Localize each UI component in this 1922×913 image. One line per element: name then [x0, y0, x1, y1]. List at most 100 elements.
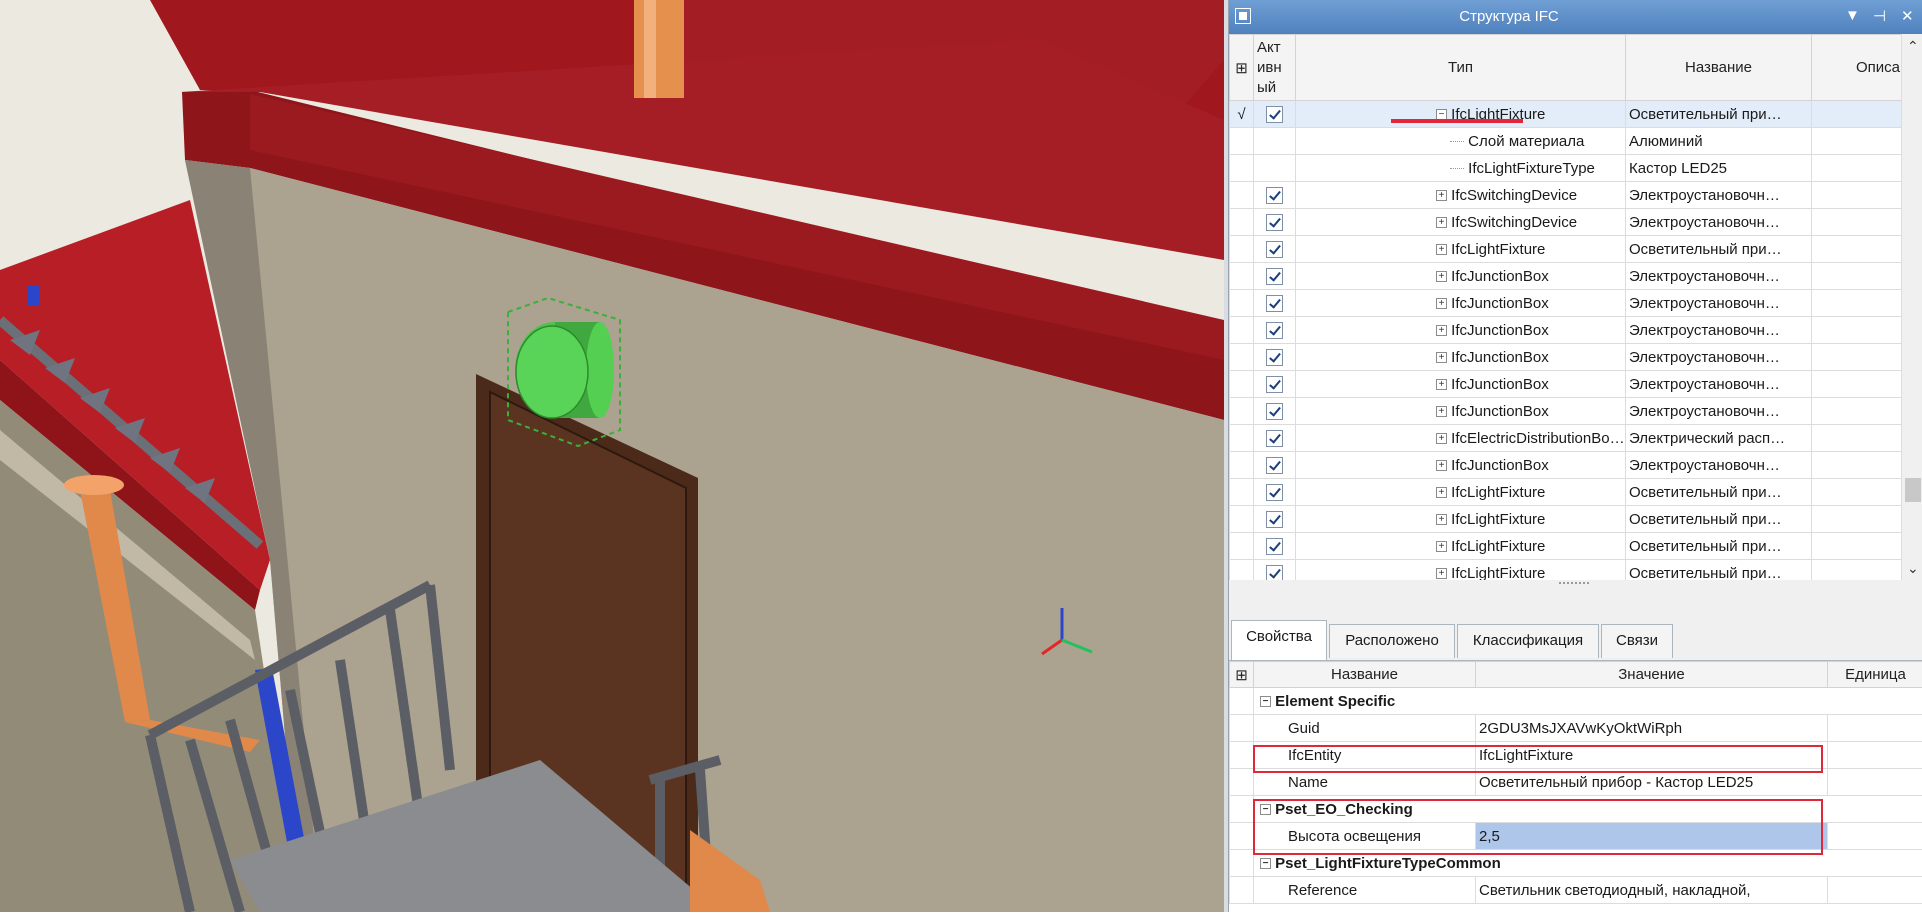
collapse-icon[interactable]: − [1436, 109, 1447, 120]
tree-row[interactable]: + IfcJunctionBoxЭлектроустановочн… [1230, 452, 1902, 479]
model-scene[interactable] [0, 0, 1224, 912]
column-header-name[interactable]: Название [1626, 35, 1812, 101]
3d-viewport[interactable] [0, 0, 1224, 912]
property-row[interactable]: Guid2GDU3MsJXAVwKyOktWiRph [1230, 715, 1922, 742]
column-chooser-icon[interactable]: ⊞ [1230, 662, 1254, 688]
active-checkbox[interactable] [1266, 376, 1283, 393]
prop-header-unit[interactable]: Единица [1828, 662, 1922, 688]
expand-icon[interactable]: + [1436, 379, 1447, 390]
properties-grid[interactable]: ⊞ Название Значение Единица − Element Sp… [1229, 660, 1922, 913]
expand-icon[interactable]: + [1436, 190, 1447, 201]
active-checkbox[interactable] [1266, 214, 1283, 231]
tree-item-description [1812, 182, 1902, 209]
tab-classification[interactable]: Классификация [1457, 624, 1599, 658]
tree-row[interactable]: + IfcSwitchingDeviceЭлектроустановочн… [1230, 182, 1902, 209]
tree-row[interactable]: + IfcLightFixtureОсветительный при… [1230, 236, 1902, 263]
column-header-active[interactable]: Акт ивн ый [1254, 35, 1296, 101]
active-checkbox[interactable] [1266, 106, 1283, 123]
active-checkbox[interactable] [1266, 187, 1283, 204]
active-checkbox[interactable] [1266, 268, 1283, 285]
collapse-icon[interactable]: − [1260, 696, 1271, 707]
property-row[interactable]: NameОсветительный прибор - Кастор LED25 [1230, 769, 1922, 796]
active-checkbox[interactable] [1266, 430, 1283, 447]
tree-row[interactable]: + IfcJunctionBoxЭлектроустановочн… [1230, 344, 1902, 371]
property-group-row[interactable]: − Pset_EO_Checking [1230, 796, 1922, 823]
expand-icon[interactable]: + [1436, 433, 1447, 444]
prop-header-value[interactable]: Значение [1476, 662, 1828, 688]
active-checkbox[interactable] [1266, 322, 1283, 339]
property-row[interactable]: IfcEntityIfcLightFixture [1230, 742, 1922, 769]
tree-row[interactable]: + IfcJunctionBoxЭлектроустановочн… [1230, 371, 1902, 398]
expand-icon[interactable]: + [1436, 217, 1447, 228]
expand-icon[interactable]: + [1436, 406, 1447, 417]
horizontal-splitter[interactable] [1229, 580, 1922, 618]
scroll-thumb[interactable] [1905, 478, 1921, 502]
expand-icon[interactable]: + [1436, 568, 1447, 579]
expand-icon[interactable]: + [1436, 541, 1447, 552]
tree-row[interactable]: + IfcSwitchingDeviceЭлектроустановочн… [1230, 209, 1902, 236]
active-checkbox[interactable] [1266, 349, 1283, 366]
collapse-icon[interactable]: − [1260, 858, 1271, 869]
tree-item-name: Осветительный при… [1626, 236, 1812, 263]
pin-icon[interactable]: ⊣ [1873, 7, 1886, 25]
property-value[interactable]: Светильник светодиодный, накладной, [1476, 877, 1828, 904]
collapse-icon[interactable]: − [1260, 804, 1271, 815]
expand-icon[interactable]: + [1436, 460, 1447, 471]
active-checkbox[interactable] [1266, 511, 1283, 528]
tree-item-name: Электроустановочн… [1626, 209, 1812, 236]
triangle-down-icon[interactable]: ▼ [1845, 7, 1860, 24]
property-row[interactable]: Высота освещения2,5 [1230, 823, 1922, 850]
tree-vertical-scrollbar[interactable]: ⌃ ⌄ [1901, 34, 1922, 584]
expand-icon[interactable]: + [1436, 298, 1447, 309]
property-value[interactable]: 2GDU3MsJXAVwKyOktWiRph [1476, 715, 1828, 742]
scroll-down-icon[interactable]: ⌄ [1907, 560, 1919, 577]
tree-row[interactable]: + IfcJunctionBoxЭлектроустановочн… [1230, 290, 1902, 317]
scroll-up-icon[interactable]: ⌃ [1907, 38, 1919, 55]
tab-relations[interactable]: Связи [1601, 624, 1673, 658]
tree-row[interactable]: + IfcLightFixtureОсветительный при… [1230, 506, 1902, 533]
expand-icon[interactable]: + [1436, 514, 1447, 525]
tree-row[interactable]: + IfcElectricDistributionBoardЭлектричес… [1230, 425, 1902, 452]
property-value[interactable]: Осветительный прибор - Кастор LED25 [1476, 769, 1828, 796]
tree-row[interactable]: IfcLightFixtureTypeКастор LED25 [1230, 155, 1902, 182]
prop-header-name[interactable]: Название [1254, 662, 1476, 688]
active-checkbox[interactable] [1266, 538, 1283, 555]
expand-icon[interactable]: + [1436, 244, 1447, 255]
tree-row[interactable]: + IfcLightFixtureОсветительный при… [1230, 533, 1902, 560]
column-header-type[interactable]: Тип [1296, 35, 1626, 101]
property-group-row[interactable]: − Element Specific [1230, 688, 1922, 715]
active-checkbox[interactable] [1266, 403, 1283, 420]
active-checkbox[interactable] [1266, 484, 1283, 501]
column-chooser-icon[interactable]: ⊞ [1230, 35, 1254, 101]
ifc-tree-grid[interactable]: ⊞ Акт ивн ый Тип Название Описа √ − IfcLi… [1229, 34, 1922, 584]
column-header-description[interactable]: Описа [1812, 35, 1902, 101]
active-checkbox[interactable] [1266, 295, 1283, 312]
property-group-row[interactable]: − Pset_LightFixtureTypeCommon [1230, 850, 1922, 877]
tree-row[interactable]: + IfcLightFixtureОсветительный при… [1230, 479, 1902, 506]
ifc-tree-table: ⊞ Акт ивн ый Тип Название Описа √ − IfcLi… [1229, 34, 1902, 584]
expand-icon[interactable]: + [1436, 325, 1447, 336]
property-group-name: Pset_LightFixtureTypeCommon [1275, 855, 1501, 872]
tree-item-type: Слой материала [1468, 133, 1584, 150]
tree-row[interactable]: + IfcJunctionBoxЭлектроустановочн… [1230, 263, 1902, 290]
property-value[interactable]: IfcLightFixture [1476, 742, 1828, 769]
tree-item-type: IfcLightFixture [1451, 511, 1545, 528]
property-row[interactable]: ReferenceСветильник светодиодный, наклад… [1230, 877, 1922, 904]
expand-icon[interactable]: + [1436, 487, 1447, 498]
tree-row[interactable]: + IfcJunctionBoxЭлектроустановочн… [1230, 317, 1902, 344]
row-marker: √ [1230, 101, 1254, 128]
tab-properties[interactable]: Свойства [1231, 620, 1327, 660]
tree-item-type: IfcJunctionBox [1451, 376, 1549, 393]
tab-location[interactable]: Расположено [1329, 624, 1455, 658]
tree-item-description [1812, 128, 1902, 155]
tree-row[interactable]: √− IfcLightFixtureОсветительный при… [1230, 101, 1902, 128]
tree-row[interactable]: + IfcJunctionBoxЭлектроустановочн… [1230, 398, 1902, 425]
active-checkbox[interactable] [1266, 457, 1283, 474]
tree-row[interactable]: Слой материалаАлюминий [1230, 128, 1902, 155]
close-icon[interactable]: ✕ [1901, 7, 1914, 25]
property-value[interactable]: 2,5 [1476, 823, 1828, 850]
active-checkbox[interactable] [1266, 241, 1283, 258]
expand-icon[interactable]: + [1436, 271, 1447, 282]
expand-icon[interactable]: + [1436, 352, 1447, 363]
ifc-structure-panel: Структура IFC ▼ ⊣ ✕ ⊞ Акт ивн ый Тип Наз… [1228, 0, 1922, 912]
